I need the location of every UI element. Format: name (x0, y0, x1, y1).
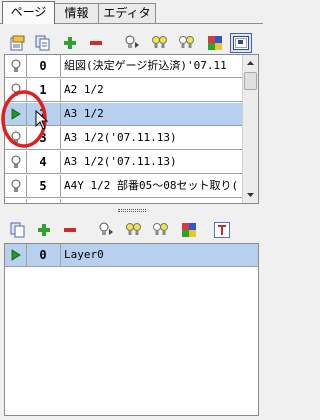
delete-layer-button[interactable] (60, 220, 80, 240)
row-name: 組図(決定ゲージ折込済)'07.11 (64, 59, 227, 72)
visibility-toggle[interactable] (5, 103, 26, 125)
visibility-toggle[interactable] (5, 55, 26, 77)
page-properties-icon (10, 35, 25, 51)
visibility-toggle[interactable] (5, 175, 26, 197)
color-grid-icon (182, 223, 196, 237)
page-view-toggle-button[interactable] (230, 33, 252, 53)
tab-editor-label: エディタ (103, 6, 151, 20)
row-name: A3 1/2('07.11.13) (64, 131, 177, 144)
lightbulb-icon (11, 83, 20, 96)
row-number: 3 (39, 131, 47, 145)
layer-color-button[interactable] (179, 220, 199, 240)
tab-page[interactable]: ページ (2, 1, 55, 24)
play-icon (11, 108, 21, 120)
copy-page-icon (35, 35, 50, 51)
lightbulbs-on-icon (152, 36, 167, 48)
add-layer-button[interactable] (34, 220, 54, 240)
row-number: 0 (26, 244, 60, 266)
copy-layer-button[interactable] (8, 220, 28, 240)
row-number: 6 (26, 199, 60, 203)
list-row[interactable]: 3 A3 1/2('07.11.13) (5, 127, 243, 150)
play-icon (11, 249, 21, 261)
row-name: A3 1/2('07.11.13) (61, 199, 243, 203)
scroll-thumb[interactable] (244, 72, 257, 90)
list-row[interactable]: 6A3 1/2('07.11.13) (5, 199, 243, 204)
row-number: 2 (26, 103, 60, 125)
row-name: Layer0 (61, 244, 258, 266)
page-properties-button[interactable] (8, 33, 28, 53)
list-row[interactable]: 1 A2 1/2 (5, 79, 243, 102)
scroll-up-arrow[interactable] (243, 55, 258, 71)
panel-splitter[interactable] (0, 207, 263, 214)
page-list: 0 組図(決定ゲージ折込済)'07.11 1 A2 1/2 2 A3 1/2 3 A3 1/2… (4, 54, 259, 204)
hide-all-pages-button[interactable] (177, 33, 197, 53)
lightbulb-arrow-icon (99, 222, 113, 235)
visibility-toggle[interactable] (5, 244, 26, 266)
list-row[interactable]: 0 Layer0 (5, 244, 258, 267)
lightbulb-icon (11, 59, 20, 72)
page-toolbar (0, 30, 263, 56)
visibility-toggle[interactable] (5, 127, 26, 149)
row-name: A3 1/2('07.11.13) (64, 155, 177, 168)
lightbulb-icon (11, 179, 20, 192)
lightbulb-arrow-icon (125, 35, 139, 48)
hide-all-layers-button[interactable] (151, 220, 171, 240)
row-name: A3 1/2 (61, 103, 243, 125)
lightbulbs-on-icon (126, 223, 141, 235)
visibility-toggle[interactable] (5, 151, 26, 173)
plus-icon (38, 224, 50, 236)
row-name: A2 1/2 (64, 83, 104, 96)
list-row[interactable]: 5 A4Y 1/2 部番05～08セット取り( (5, 175, 243, 198)
show-all-layers-button[interactable] (124, 220, 144, 240)
show-page-button[interactable] (122, 33, 142, 53)
page-frame-icon (233, 36, 249, 50)
lightbulb-icon (11, 203, 21, 204)
visibility-toggle[interactable] (5, 79, 26, 101)
page-color-button[interactable] (205, 33, 225, 53)
lightbulb-icon (11, 155, 20, 168)
tab-editor[interactable]: エディタ (98, 3, 156, 24)
list-row[interactable]: 4 A3 1/2('07.11.13) (5, 151, 243, 174)
show-layer-button[interactable] (96, 220, 116, 240)
copy-layer-icon (10, 222, 25, 238)
tab-info-label: 情報 (64, 6, 89, 20)
lightbulb-icon (11, 131, 20, 144)
row-name: A4Y 1/2 部番05～08セット取り( (64, 179, 239, 192)
layer-list: 0 Layer0 (4, 243, 259, 416)
list-row[interactable]: 0 組図(決定ゲージ折込済)'07.11 (5, 55, 243, 78)
visibility-toggle[interactable] (5, 199, 26, 204)
add-page-button[interactable] (60, 33, 80, 53)
tab-info[interactable]: 情報 (54, 3, 99, 24)
color-grid-icon (208, 36, 222, 50)
minus-icon (64, 228, 76, 232)
text-layer-icon (214, 222, 230, 238)
lightbulbs-off-icon (179, 36, 194, 48)
plus-icon (64, 37, 76, 49)
row-number: 0 (39, 59, 47, 73)
show-all-pages-button[interactable] (150, 33, 170, 53)
minus-icon (90, 41, 102, 45)
layer-toolbar (0, 217, 263, 243)
list-row[interactable]: 2 A3 1/2 (5, 103, 243, 126)
row-number: 4 (39, 155, 47, 169)
lightbulbs-off-icon (153, 223, 168, 235)
copy-page-button[interactable] (33, 33, 53, 53)
tab-page-label: ページ (10, 5, 47, 19)
delete-page-button[interactable] (86, 33, 106, 53)
tab-bar: ページ 情報 エディタ (0, 0, 263, 24)
layer-rename-button[interactable] (212, 220, 232, 240)
row-number: 1 (39, 83, 47, 97)
page-list-scrollbar[interactable] (242, 55, 258, 203)
row-number: 5 (39, 179, 47, 193)
scroll-down-arrow[interactable] (243, 187, 258, 203)
